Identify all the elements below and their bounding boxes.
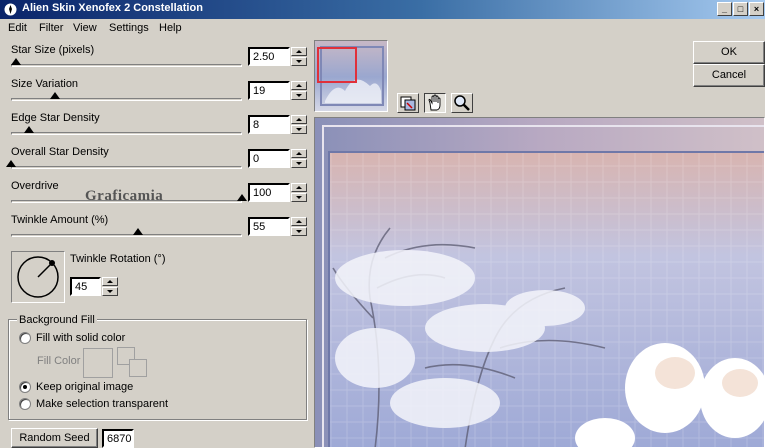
spin-down-icon[interactable] <box>291 91 307 100</box>
thumbnail-image <box>315 41 387 111</box>
fill-solid-label[interactable]: Fill with solid color <box>36 332 125 344</box>
overall-star-density-spinner[interactable] <box>291 149 307 168</box>
spin-up-icon[interactable] <box>102 277 118 286</box>
twinkle-amount-slider-thumb[interactable] <box>133 228 144 235</box>
spin-up-icon[interactable] <box>291 115 307 124</box>
app-icon <box>4 3 17 16</box>
spin-up-icon[interactable] <box>291 183 307 192</box>
ok-button[interactable]: OK <box>693 41 765 64</box>
spin-up-icon[interactable] <box>291 47 307 56</box>
menu-view[interactable]: View <box>73 22 97 34</box>
star-size-slider[interactable] <box>11 64 242 67</box>
spin-down-icon[interactable] <box>291 125 307 134</box>
fill-color-label: Fill Color <box>37 355 81 367</box>
spin-down-icon[interactable] <box>291 57 307 66</box>
edge-star-density-slider[interactable] <box>11 132 242 135</box>
preview-graphic <box>315 118 764 447</box>
hand-icon <box>428 94 441 111</box>
menu-edit[interactable]: Edit <box>8 22 27 34</box>
dial-graphic <box>17 256 59 298</box>
spin-up-icon[interactable] <box>291 217 307 226</box>
menu-filter[interactable]: Filter <box>39 22 63 34</box>
edge-star-density-spinner[interactable] <box>291 115 307 134</box>
edge-star-density-slider-thumb[interactable] <box>24 126 35 133</box>
navigator-thumbnail[interactable] <box>314 40 388 112</box>
background-fill-title: Background Fill <box>17 314 97 326</box>
overall-star-density-label: Overall Star Density <box>11 146 109 158</box>
twinkle-rotation-spinner[interactable] <box>102 277 118 296</box>
spin-up-icon[interactable] <box>291 81 307 90</box>
preview-toggle-icon <box>400 96 416 111</box>
overall-star-density-field[interactable]: 0 <box>248 149 290 168</box>
zoom-icon <box>454 95 470 111</box>
overall-star-density-slider-thumb[interactable] <box>6 160 16 167</box>
menu-settings[interactable]: Settings <box>109 22 149 34</box>
edge-star-density-field[interactable]: 8 <box>248 115 290 134</box>
size-variation-slider-thumb[interactable] <box>49 92 60 99</box>
keep-original-radio[interactable] <box>19 381 31 393</box>
minimize-button[interactable]: _ <box>717 2 732 16</box>
hand-tool-button[interactable] <box>424 93 446 113</box>
size-variation-label: Size Variation <box>11 78 79 90</box>
overdrive-label: Overdrive <box>11 180 59 192</box>
close-button[interactable]: × <box>749 2 764 16</box>
menu-bar: Edit Filter View Settings Help <box>0 19 765 38</box>
size-variation-slider[interactable] <box>11 98 242 101</box>
spin-down-icon[interactable] <box>291 227 307 236</box>
star-size-label: Star Size (pixels) <box>11 44 95 56</box>
spin-up-icon[interactable] <box>291 149 307 158</box>
edge-star-density-label: Edge Star Density <box>11 112 100 124</box>
twinkle-rotation-label: Twinkle Rotation (°) <box>70 253 166 265</box>
twinkle-rotation-dial[interactable] <box>11 251 65 303</box>
watermark-text: Graficamia <box>85 188 164 204</box>
zoom-tool-button[interactable] <box>451 93 473 113</box>
spin-down-icon[interactable] <box>102 287 118 296</box>
star-size-slider-thumb[interactable] <box>10 58 21 65</box>
twinkle-amount-field[interactable]: 55 <box>248 217 290 236</box>
menu-help[interactable]: Help <box>159 22 182 34</box>
random-seed-button[interactable]: Random Seed <box>11 428 98 448</box>
twinkle-rotation-field[interactable]: 45 <box>70 277 101 296</box>
maximize-button[interactable]: □ <box>733 2 748 16</box>
make-transparent-radio[interactable] <box>19 398 31 410</box>
star-size-spinner[interactable] <box>291 47 307 66</box>
random-seed-field[interactable]: 6870 <box>102 429 134 448</box>
fill-color-swatch[interactable] <box>83 348 113 378</box>
twinkle-amount-label: Twinkle Amount (%) <box>11 214 109 226</box>
overdrive-field[interactable]: 100 <box>248 183 290 202</box>
swatch-front <box>129 359 147 377</box>
make-transparent-label[interactable]: Make selection transparent <box>36 398 168 410</box>
spin-down-icon[interactable] <box>291 159 307 168</box>
window-title: Alien Skin Xenofex 2 Constellation <box>22 2 203 14</box>
title-bar: Alien Skin Xenofex 2 Constellation _ □ × <box>0 0 765 19</box>
keep-original-label[interactable]: Keep original image <box>36 381 133 393</box>
preview-image[interactable] <box>314 117 765 448</box>
overdrive-slider-thumb[interactable] <box>237 194 247 201</box>
fill-solid-radio[interactable] <box>19 332 31 344</box>
overdrive-spinner[interactable] <box>291 183 307 202</box>
size-variation-spinner[interactable] <box>291 81 307 100</box>
twinkle-amount-spinner[interactable] <box>291 217 307 236</box>
spin-down-icon[interactable] <box>291 193 307 202</box>
star-size-field[interactable]: 2.50 <box>248 47 290 66</box>
size-variation-field[interactable]: 19 <box>248 81 290 100</box>
cancel-button[interactable]: Cancel <box>693 64 765 87</box>
overall-star-density-slider[interactable] <box>11 166 242 169</box>
preview-toggle-button[interactable] <box>397 93 419 113</box>
twinkle-amount-slider[interactable] <box>11 234 242 237</box>
